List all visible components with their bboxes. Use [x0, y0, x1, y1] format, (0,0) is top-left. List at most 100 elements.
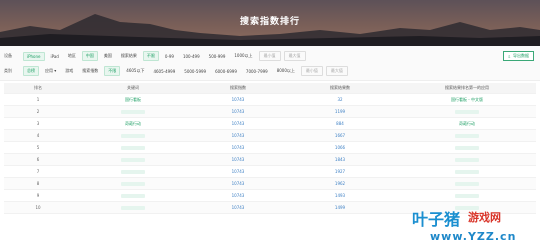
keyword-cell[interactable]	[72, 193, 194, 198]
device-ipad[interactable]: iPad	[48, 53, 62, 60]
redacted-text	[121, 110, 145, 114]
device-iphone[interactable]: iPhone	[23, 51, 45, 61]
export-button[interactable]: ⇩ 导出数据	[502, 51, 534, 61]
rank-cell: 6	[36, 157, 40, 162]
table-row[interactable]: 2 10743 1199	[4, 106, 536, 118]
result-any[interactable]: 不限	[142, 51, 159, 61]
redacted-text	[455, 110, 479, 114]
table-row[interactable]: 8 10743 1962	[4, 178, 536, 190]
category-label: 类别	[4, 68, 12, 73]
table-row[interactable]: 9 10743 1493	[4, 190, 536, 202]
index-7000-7999[interactable]: 7000-7999	[243, 68, 271, 75]
keyword-cell[interactable]	[72, 133, 194, 138]
keyword-cell[interactable]	[72, 181, 194, 186]
keyword-cell[interactable]	[72, 205, 194, 210]
results-cell: 1199	[334, 109, 346, 114]
table-row[interactable]: 7 10743 1927	[4, 166, 536, 178]
header-keyword: 关键词	[127, 85, 139, 90]
rank-cell: 10	[35, 205, 41, 210]
redacted-text	[455, 170, 479, 174]
category-all[interactable]: 总榜	[23, 66, 39, 76]
keyword-cell[interactable]	[72, 145, 194, 150]
top-app-cell[interactable]	[398, 193, 536, 198]
result-label: 搜索结果	[120, 53, 137, 58]
keyword-cell[interactable]	[72, 109, 194, 114]
top-app-cell[interactable]	[398, 133, 536, 138]
keyword-cell[interactable]	[72, 157, 194, 162]
top-app-cell[interactable]	[398, 145, 536, 150]
header-banner: 搜索指数排行	[0, 0, 540, 46]
header-index: 搜索指数	[230, 85, 246, 90]
region-china[interactable]: 中国	[81, 51, 98, 61]
export-label: 导出数据	[513, 53, 529, 58]
index-5000-5999[interactable]: 5000-5999	[181, 68, 209, 75]
device-label: 设备	[4, 53, 12, 58]
rank-cell: 3	[36, 121, 40, 126]
site-watermark: 叶子猪 游戏网 www.YZZ.cn	[412, 206, 530, 248]
results-cell: 1066	[334, 145, 346, 150]
result-min-input[interactable]: 最小值	[258, 51, 281, 61]
index-cell: 10743	[231, 97, 245, 102]
table-row[interactable]: 3 奇葩行动 10743 884 奇葩行动	[4, 118, 536, 130]
redacted-text	[455, 146, 479, 150]
top-app-cell[interactable]	[398, 181, 536, 186]
top-app-cell[interactable]: 奇葩行动	[398, 121, 536, 127]
table-row[interactable]: 5 10743 1066	[4, 142, 536, 154]
category-apps[interactable]: 应用 ▾	[42, 67, 59, 75]
index-cell: 10743	[231, 157, 245, 162]
region-label: 地区	[67, 53, 76, 58]
top-app-cell[interactable]	[398, 109, 536, 114]
top-app-cell[interactable]: 国行看板 - 中文版	[398, 97, 536, 103]
redacted-text	[455, 182, 479, 186]
result-100-499[interactable]: 100-499	[180, 53, 203, 60]
filter-row-device: 设备 iPhone iPad 地区 中国 美国 搜索结果 不限 0-99 100…	[4, 50, 306, 62]
index-cell: 10743	[231, 169, 245, 174]
results-cell: 1962	[334, 181, 346, 186]
keyword-cell[interactable]	[72, 169, 194, 174]
results-cell: 1927	[334, 169, 346, 174]
redacted-text	[455, 134, 479, 138]
index-min-input[interactable]: 最小值	[300, 66, 323, 76]
table-header: 排名 关键词 搜索指数 搜索结果数 搜索结果排名第一的应用	[4, 83, 536, 94]
watermark-name: 叶子猪	[412, 210, 461, 229]
keyword-cell[interactable]: 国行看板	[72, 97, 194, 103]
result-max-input[interactable]: 最大值	[283, 51, 306, 61]
header-rank: 排名	[34, 85, 42, 90]
rank-cell: 5	[36, 145, 40, 150]
table-row[interactable]: 4 10743 1667	[4, 130, 536, 142]
index-below-4605[interactable]: 4605以下	[123, 67, 147, 75]
table-row[interactable]: 1 国行看板 10743 32 国行看板 - 中文版	[4, 94, 536, 106]
results-cell: 32	[337, 97, 343, 102]
results-cell: 1493	[334, 193, 346, 198]
index-6000-6999[interactable]: 6000-6999	[212, 68, 240, 75]
index-max-input[interactable]: 最大值	[325, 66, 348, 76]
results-cell: 1499	[334, 205, 346, 210]
top-app-cell[interactable]	[398, 169, 536, 174]
redacted-text	[121, 170, 145, 174]
index-4605-4999[interactable]: 4605-4999	[150, 68, 178, 75]
header-top-app: 搜索结果排名第一的应用	[445, 85, 489, 90]
results-cell: 1843	[334, 157, 346, 162]
redacted-text	[455, 158, 479, 162]
result-1000-plus[interactable]: 1000以上	[231, 52, 255, 60]
rank-cell: 9	[36, 193, 40, 198]
redacted-text	[121, 134, 145, 138]
index-cell: 10743	[231, 133, 245, 138]
table-body: 1 国行看板 10743 32 国行看板 - 中文版 2 10743 1199 3 奇葩行动 107…	[4, 94, 536, 214]
result-0-99[interactable]: 0-99	[162, 53, 177, 60]
table-row[interactable]: 6 10743 1843	[4, 154, 536, 166]
rank-cell: 4	[36, 133, 40, 138]
index-8000-plus[interactable]: 8000以上	[274, 67, 298, 75]
filter-panel: 设备 iPhone iPad 地区 中国 美国 搜索结果 不限 0-99 100…	[0, 46, 540, 81]
keyword-cell[interactable]: 奇葩行动	[72, 121, 194, 127]
category-games[interactable]: 游戏	[62, 67, 76, 75]
rank-cell: 7	[36, 169, 40, 174]
watermark-sub: 游戏网	[468, 211, 501, 224]
index-any[interactable]: 不限	[104, 66, 121, 76]
page-title: 搜索指数排行	[239, 17, 300, 27]
filter-row-category: 类别 总榜 应用 ▾ 游戏 搜索指数 不限 4605以下 4605-4999 5…	[4, 65, 348, 77]
top-app-cell[interactable]	[398, 157, 536, 162]
index-cell: 10743	[231, 193, 245, 198]
result-500-999[interactable]: 500-999	[206, 53, 229, 60]
region-us[interactable]: 美国	[101, 52, 115, 60]
